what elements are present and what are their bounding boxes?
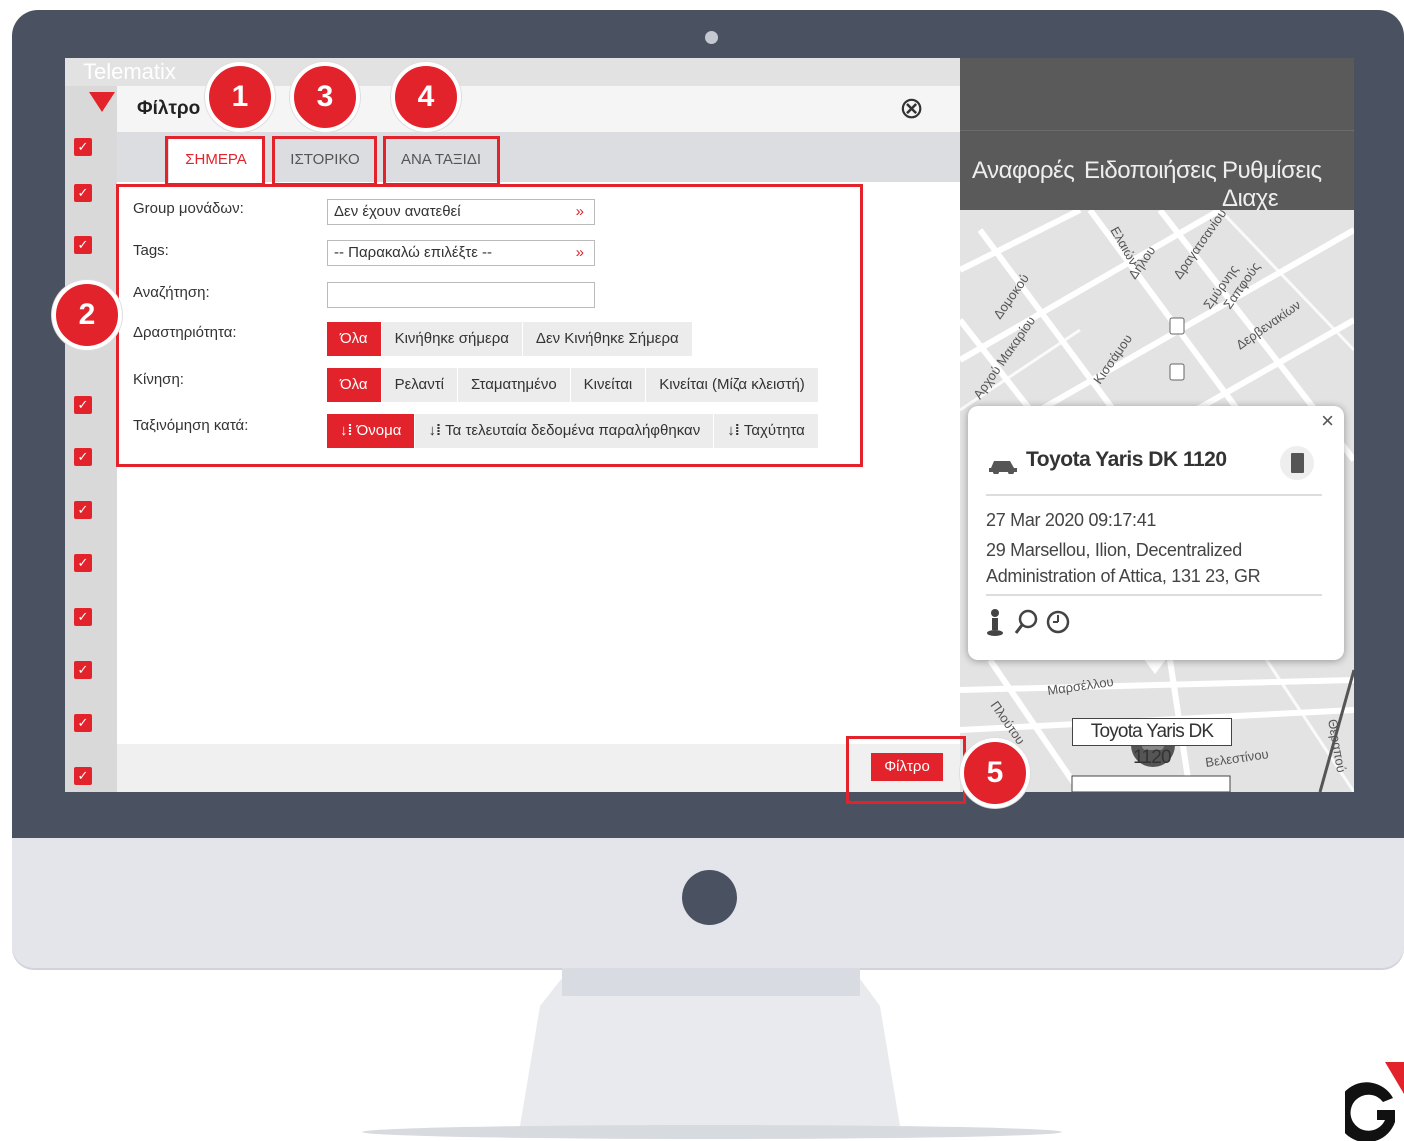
vehicle-list-strip: ✓ ✓ ✓ ✓ ✓ ✓ ✓ ✓ ✓ ✓ ✓ ✓: [65, 86, 117, 792]
annotation-badge-3: 3: [290, 62, 360, 132]
vehicle-popup: × Toyota Yaris DK 1120 27 Mar 2020 09:17…: [968, 406, 1344, 660]
annotation-box-tab-history: [272, 136, 377, 186]
bus-stop-icon: [1169, 363, 1185, 381]
popup-divider: [986, 594, 1322, 596]
vehicle-checkbox[interactable]: ✓: [74, 396, 92, 414]
map-panel[interactable]: Αναφορές Ειδοποιήσεις Ρυθμίσεις Διαχε Δο…: [960, 58, 1354, 792]
annotation-badge-5: 5: [960, 738, 1030, 808]
vehicle-checkbox[interactable]: ✓: [74, 714, 92, 732]
vehicle-checkbox[interactable]: ✓: [74, 138, 92, 156]
vehicle-checkbox[interactable]: ✓: [74, 661, 92, 679]
map-header: [960, 58, 1354, 130]
app-title: Telematix: [65, 58, 963, 86]
search-icon[interactable]: [1014, 609, 1038, 634]
monitor-logo-dot: [682, 870, 737, 925]
annotation-box-tab-trip: [383, 136, 500, 186]
popup-address-line1: 29 Marsellou, Ilion, Decentralized: [986, 540, 1242, 560]
vehicle-checkbox[interactable]: ✓: [74, 554, 92, 572]
popup-close-icon[interactable]: ×: [1321, 408, 1334, 434]
vehicle-checkbox[interactable]: ✓: [74, 184, 92, 202]
vehicle-checkbox[interactable]: ✓: [74, 236, 92, 254]
modal-title: Φίλτρο: [137, 98, 201, 119]
modal-close-icon[interactable]: ⊗: [899, 92, 924, 126]
brand-logo-icon: [1345, 1062, 1404, 1141]
annotation-box-tab-today: [165, 136, 265, 186]
street-view-icon[interactable]: [987, 609, 1003, 636]
vehicle-checkbox[interactable]: ✓: [74, 767, 92, 785]
webcam-dot: [705, 31, 718, 44]
vehicle-checkbox[interactable]: ✓: [74, 448, 92, 466]
popup-divider: [986, 494, 1322, 496]
bus-stop-icon: [1169, 317, 1185, 335]
popup-datetime: 27 Mar 2020 09:17:41: [986, 510, 1157, 530]
popup-vehicle-name: Toyota Yaris DK 1120: [1026, 448, 1227, 471]
annotation-box-filter-button: [846, 736, 966, 804]
modal-footer: Φίλτρο: [117, 744, 960, 792]
nav-settings[interactable]: Ρυθμίσεις Διαχε: [1222, 157, 1354, 213]
monitor-stand: [362, 968, 1062, 1139]
car-icon: [989, 461, 1017, 474]
main-nav: Αναφορές Ειδοποιήσεις Ρυθμίσεις Διαχε: [960, 130, 1354, 213]
clock-icon[interactable]: [1046, 610, 1070, 634]
nav-notifications[interactable]: Ειδοποιήσεις: [1084, 157, 1217, 185]
annotation-badge-2: 2: [52, 280, 122, 350]
vehicle-checkbox[interactable]: ✓: [74, 608, 92, 626]
popup-actions: [987, 609, 1070, 636]
device-icon[interactable]: [1280, 446, 1314, 480]
filter-funnel-icon[interactable]: [89, 92, 115, 112]
vehicle-checkbox[interactable]: ✓: [74, 501, 92, 519]
annotation-badge-1: 1: [205, 62, 275, 132]
nav-reports[interactable]: Αναφορές: [972, 157, 1075, 185]
annotation-box-filters: [116, 184, 863, 467]
popup-tail: [1143, 658, 1167, 674]
popup-address-line2: Administration of Attica, 131 23, GR: [986, 566, 1261, 586]
annotation-badge-4: 4: [391, 62, 461, 132]
map-vehicle-label: Toyota Yaris DK 1120: [1072, 718, 1232, 768]
